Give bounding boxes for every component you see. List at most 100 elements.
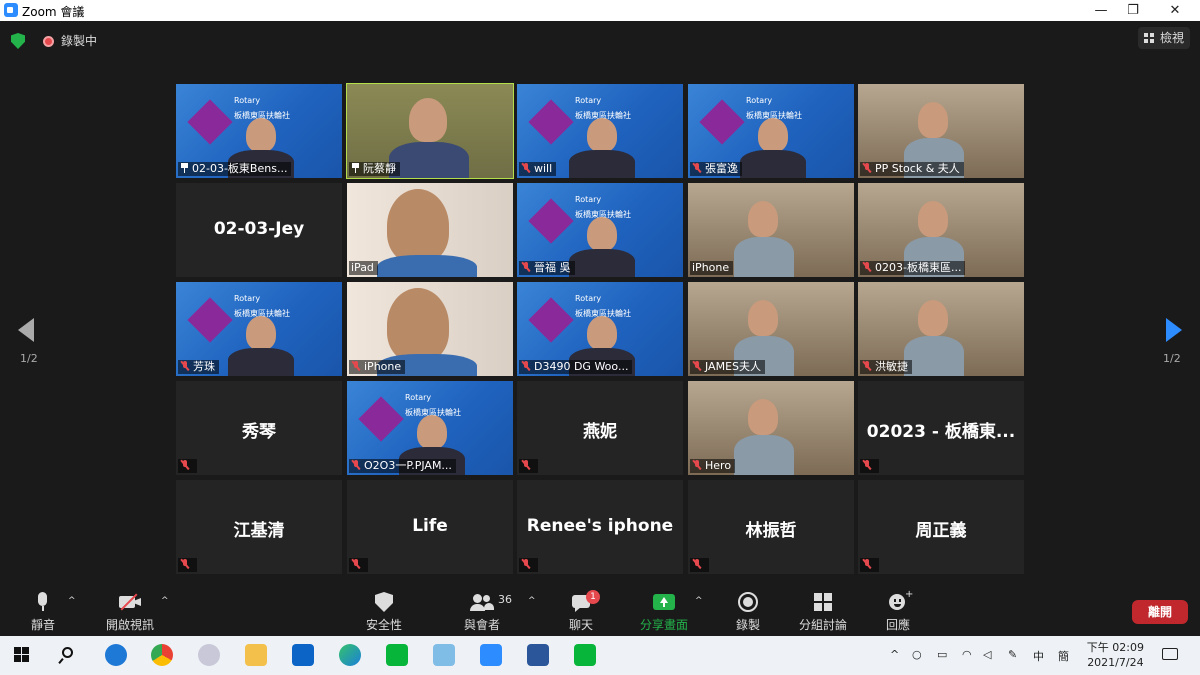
volume-icon[interactable]: ◁ xyxy=(983,648,991,661)
muted-mic-icon xyxy=(521,163,531,173)
search-icon[interactable] xyxy=(57,644,79,666)
muted-mic-icon xyxy=(180,361,190,371)
participant-tile[interactable]: 洪敏捷 xyxy=(858,282,1024,376)
next-page-arrow-icon[interactable] xyxy=(1166,318,1182,342)
pen-icon[interactable]: ✎ xyxy=(1008,648,1017,661)
battery-icon[interactable]: ▭ xyxy=(937,648,947,661)
share-screen-icon xyxy=(629,592,699,612)
participant-tile[interactable]: Rotary 板橋東區扶輪社 D3490 DG Woo... xyxy=(517,282,683,376)
participant-name-tag: Hero xyxy=(690,459,736,473)
edge-icon[interactable] xyxy=(339,644,361,666)
word-icon[interactable] xyxy=(527,644,549,666)
participants-button[interactable]: 36 與會者 xyxy=(447,592,517,633)
participant-name-tag: PP Stock & 夫人 xyxy=(860,162,964,176)
participant-tile[interactable]: Renee's iphone xyxy=(517,480,683,574)
recording-status[interactable]: 錄製中 xyxy=(61,32,97,49)
participant-tile[interactable]: Life xyxy=(347,480,513,574)
participant-name: iPhone xyxy=(364,360,402,373)
participant-name-tag xyxy=(178,558,197,572)
window-titlebar: Zoom 會議 — ❐ ✕ xyxy=(0,0,1200,21)
security-button[interactable]: 安全性 xyxy=(349,592,419,633)
reactions-button[interactable]: + 回應 xyxy=(863,589,933,633)
participant-tile[interactable]: Rotary 板橋東區扶輪社 張富逸 xyxy=(688,84,854,178)
participant-tile[interactable]: 阮蔡靜 xyxy=(346,83,514,179)
prev-page-arrow-icon[interactable] xyxy=(18,318,34,342)
record-button[interactable]: 錄製 xyxy=(713,592,783,633)
participant-tile[interactable]: 秀琴 xyxy=(176,381,342,475)
window-title: Zoom 會議 xyxy=(22,5,85,19)
participant-tile[interactable]: iPhone xyxy=(688,183,854,277)
notification-icon[interactable] xyxy=(1160,644,1182,666)
participant-tile[interactable]: Rotary 板橋東區扶輪社 O2O3一P.PJAM... xyxy=(347,381,513,475)
ime-indicator[interactable]: 中 xyxy=(1033,648,1044,664)
participants-caret-icon[interactable]: ^ xyxy=(528,596,536,606)
start-video-button[interactable]: 開啟視訊 xyxy=(95,592,165,633)
file-explorer-icon[interactable] xyxy=(245,644,267,666)
participant-name-tag: iPhone xyxy=(690,261,734,275)
encryption-shield-icon[interactable] xyxy=(11,33,25,49)
participant-tile[interactable]: Rotary 板橋東區扶輪社 02-03-板東Bens... xyxy=(176,84,342,178)
wifi-icon[interactable]: ◠ xyxy=(962,648,972,661)
maximize-button[interactable]: ❐ xyxy=(1110,0,1156,21)
participant-tile[interactable]: 林振哲 xyxy=(688,480,854,574)
start-video-label: 開啟視訊 xyxy=(105,618,154,632)
participant-tile[interactable]: 02-03-Jey xyxy=(176,183,342,277)
tray-expand-icon[interactable]: ^ xyxy=(890,648,899,661)
leave-button[interactable]: 離開 xyxy=(1132,600,1188,624)
app-icon[interactable] xyxy=(433,644,455,666)
system-clock[interactable]: 下午 02:09 2021/7/24 xyxy=(1087,640,1144,670)
participant-tile[interactable]: Rotary 板橋東區扶輪社 晉福 吳 xyxy=(517,183,683,277)
audio-options-caret-icon[interactable]: ^ xyxy=(68,596,76,606)
internet-explorer-icon[interactable] xyxy=(105,644,127,666)
close-button[interactable]: ✕ xyxy=(1152,0,1198,21)
share-options-caret-icon[interactable]: ^ xyxy=(695,596,703,606)
video-options-caret-icon[interactable]: ^ xyxy=(161,596,169,606)
line-app-icon-2[interactable] xyxy=(574,644,596,666)
shield-icon xyxy=(349,592,419,612)
participant-tile[interactable]: Rotary 板橋東區扶輪社 will xyxy=(517,84,683,178)
rotary-brand: Rotary xyxy=(234,294,261,303)
participant-tile[interactable]: 周正義 xyxy=(858,480,1024,574)
participant-tile[interactable]: 江基清 xyxy=(176,480,342,574)
zoom-taskbar-icon[interactable] xyxy=(480,644,502,666)
participant-name-tag: 0203-板橋東區... xyxy=(860,261,966,275)
rotary-brand: Rotary xyxy=(575,195,602,204)
share-screen-button[interactable]: 分享畫面 xyxy=(629,592,699,633)
participant-name: will xyxy=(534,162,553,175)
participant-name-tag: 02-03-板東Bens... xyxy=(178,162,292,176)
participant-tile[interactable]: JAMES夫人 xyxy=(688,282,854,376)
participant-tile[interactable]: Rotary 板橋東區扶輪社 芳珠 xyxy=(176,282,342,376)
paint-app-icon[interactable] xyxy=(198,644,220,666)
participant-display-name: 林振哲 xyxy=(745,521,797,541)
participant-tile[interactable]: PP Stock & 夫人 xyxy=(858,84,1024,178)
muted-mic-icon xyxy=(862,460,872,470)
participant-tile[interactable]: 燕妮 xyxy=(517,381,683,475)
chat-button[interactable]: 1 聊天 xyxy=(546,590,616,633)
outlook-icon[interactable] xyxy=(292,644,314,666)
tray-cloud-icon[interactable]: ○ xyxy=(912,648,922,661)
participant-tile[interactable]: iPad xyxy=(347,183,513,277)
participant-tile[interactable]: 0203-板橋東區... xyxy=(858,183,1024,277)
line-app-icon[interactable] xyxy=(386,644,408,666)
participant-tile[interactable]: Hero xyxy=(688,381,854,475)
participant-name: Hero xyxy=(705,459,732,472)
clock-time: 下午 02:09 xyxy=(1086,641,1144,654)
windows-start-icon[interactable] xyxy=(12,644,34,666)
page-indicator-left: 1/2 xyxy=(20,352,38,365)
ime-mode[interactable]: 簡 xyxy=(1058,648,1069,664)
breakout-rooms-button[interactable]: 分組討論 xyxy=(788,592,858,633)
participants-icon: 36 xyxy=(447,592,517,612)
muted-mic-icon xyxy=(692,460,702,470)
chrome-icon[interactable] xyxy=(151,644,173,666)
recording-icon xyxy=(43,36,54,47)
pin-icon xyxy=(351,163,360,173)
participant-name: 0203-板橋東區... xyxy=(875,261,962,274)
record-icon xyxy=(713,592,783,612)
participant-name-tag xyxy=(690,558,709,572)
muted-mic-icon xyxy=(351,361,361,371)
view-button[interactable]: 檢視 xyxy=(1137,27,1190,49)
participant-tile[interactable]: 02023 - 板橋東... xyxy=(858,381,1024,475)
muted-mic-icon xyxy=(692,361,702,371)
participant-name-tag: 芳珠 xyxy=(178,360,219,374)
participant-tile[interactable]: iPhone xyxy=(347,282,513,376)
